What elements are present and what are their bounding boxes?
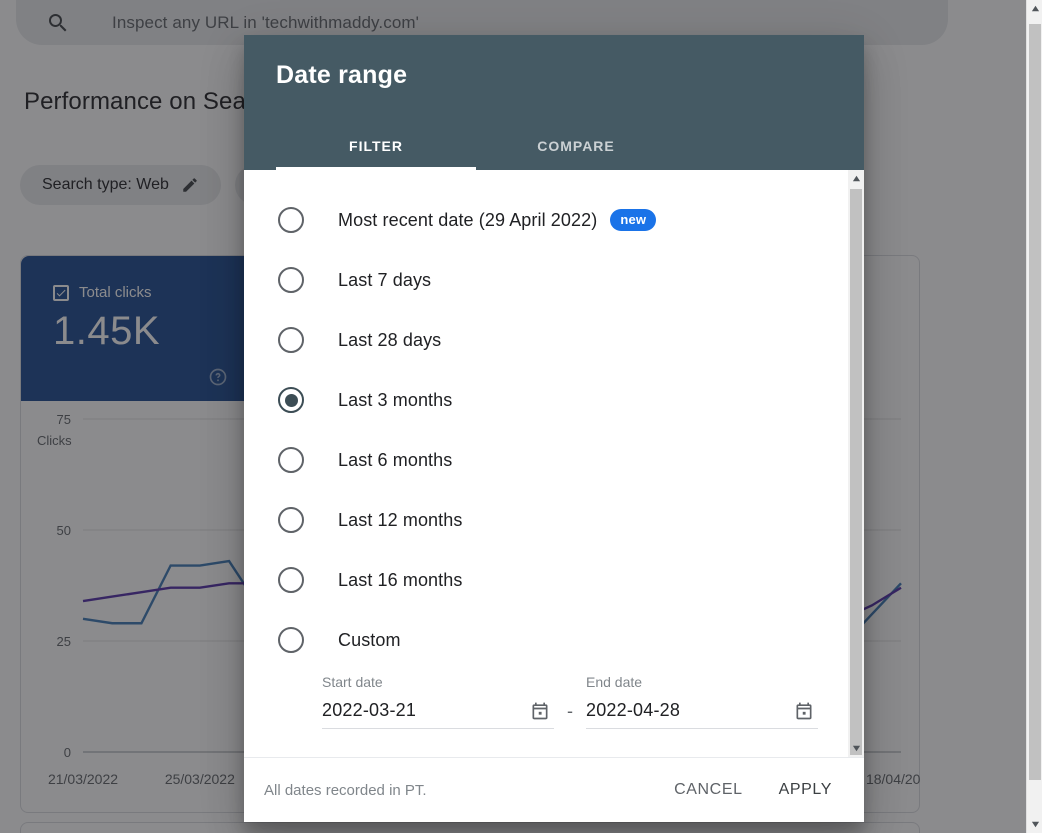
end-date-value[interactable]: 2022-04-28: [586, 700, 680, 721]
tab-compare-label: COMPARE: [537, 138, 615, 154]
cancel-button[interactable]: CANCEL: [670, 773, 747, 807]
radio-unselected-icon[interactable]: [278, 207, 304, 233]
date-range-option[interactable]: Last 16 months: [244, 550, 864, 610]
date-range-dialog: Date range FILTER COMPARE Most recent da…: [244, 35, 864, 822]
radio-unselected-icon[interactable]: [278, 507, 304, 533]
dialog-scrollbar-thumb[interactable]: [850, 189, 862, 755]
date-range-option[interactable]: Last 7 days: [244, 250, 864, 310]
date-range-separator: -: [567, 701, 573, 721]
tab-filter-label: FILTER: [349, 138, 403, 154]
date-range-option-list: Most recent date (29 April 2022) new Last …: [244, 170, 864, 670]
date-range-option-label: Last 28 days: [338, 329, 442, 350]
timezone-note: All dates recorded in PT.: [264, 781, 427, 799]
calendar-icon[interactable]: [794, 701, 814, 721]
dialog-scroll-down-arrow-icon[interactable]: [848, 740, 864, 757]
dialog-title: Date range: [276, 61, 408, 89]
start-date-field[interactable]: Start date 2022-03-21: [322, 674, 554, 729]
date-range-option-label: Custom: [338, 629, 401, 650]
radio-unselected-icon[interactable]: [278, 627, 304, 653]
date-range-option-label: Last 3 months: [338, 389, 453, 410]
page-scrollbar-thumb[interactable]: [1029, 24, 1041, 780]
new-badge: new: [610, 209, 657, 231]
date-range-option[interactable]: Last 12 months: [244, 490, 864, 550]
date-range-option[interactable]: Custom: [244, 610, 864, 670]
page-scrollbar[interactable]: [1026, 0, 1042, 833]
date-range-option-label: Last 6 months: [338, 449, 453, 470]
apply-button[interactable]: APPLY: [775, 773, 836, 807]
dialog-body: Most recent date (29 April 2022) new Last …: [244, 170, 864, 757]
screen: Inspect any URL in 'techwithmaddy.com' P…: [0, 0, 1042, 833]
date-range-option-label: Last 12 months: [338, 509, 463, 530]
date-range-option[interactable]: Last 28 days: [244, 310, 864, 370]
radio-unselected-icon[interactable]: [278, 327, 304, 353]
scroll-up-arrow-icon[interactable]: [1027, 0, 1042, 17]
date-range-option-label: Last 7 days: [338, 269, 432, 290]
dialog-footer: All dates recorded in PT. CANCEL APPLY: [244, 757, 864, 822]
end-date-field[interactable]: End date 2022-04-28: [586, 674, 818, 729]
date-range-option[interactable]: Last 6 months: [244, 430, 864, 490]
start-date-value[interactable]: 2022-03-21: [322, 700, 416, 721]
dialog-header: Date range FILTER COMPARE: [244, 35, 864, 170]
radio-dot: [284, 393, 298, 407]
dialog-tabs: FILTER COMPARE: [276, 122, 676, 170]
date-range-option-label: Most recent date (29 April 2022): [338, 209, 598, 230]
custom-date-row: Start date 2022-03-21 - End date 2022-04…: [244, 670, 864, 729]
scroll-down-arrow-icon[interactable]: [1027, 816, 1042, 833]
radio-unselected-icon[interactable]: [278, 567, 304, 593]
radio-unselected-icon[interactable]: [278, 267, 304, 293]
date-range-option-label: Last 16 months: [338, 569, 463, 590]
tab-compare[interactable]: COMPARE: [476, 122, 676, 170]
radio-unselected-icon[interactable]: [278, 447, 304, 473]
end-date-label: End date: [586, 674, 643, 690]
dialog-scroll-up-arrow-icon[interactable]: [848, 170, 864, 187]
calendar-icon[interactable]: [530, 701, 550, 721]
start-date-label: Start date: [322, 674, 383, 690]
date-range-option[interactable]: Last 3 months: [244, 370, 864, 430]
radio-selected-icon[interactable]: [278, 387, 304, 413]
tab-filter[interactable]: FILTER: [276, 122, 476, 170]
date-range-option[interactable]: Most recent date (29 April 2022) new: [244, 190, 864, 250]
dialog-scrollbar[interactable]: [848, 170, 864, 757]
